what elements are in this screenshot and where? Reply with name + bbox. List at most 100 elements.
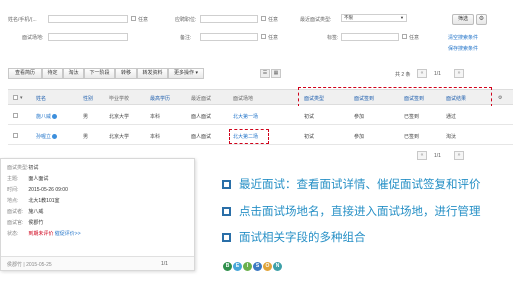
time-value: 2015-05-26 09:00 [28, 187, 68, 193]
name-any-checkbox[interactable] [131, 16, 136, 21]
next-page-icon[interactable]: » [454, 69, 464, 78]
venue-input[interactable] [48, 33, 128, 41]
table-row[interactable]: 施八威 男 北京大学 本科 面人面试 北大第一场 初试 参加 已签到 通过 [8, 106, 513, 125]
place-value: 北大1教101室 [28, 198, 60, 204]
interviewee-label: 面试者: [7, 209, 24, 215]
logo-dot: O [263, 262, 272, 271]
next-page-icon[interactable]: » [454, 151, 464, 160]
highlight-interview-columns [298, 87, 492, 107]
feature-item: 面试相关字段的多种组合 [222, 229, 366, 245]
venue-link[interactable]: 北大第一场 [233, 113, 258, 120]
pending-button[interactable]: 待定 [42, 68, 63, 79]
gear-icon[interactable]: ⚙ [498, 95, 502, 101]
forward-info-button[interactable]: 转发资料 [137, 68, 168, 79]
school-cell: 北京大学 [109, 114, 130, 120]
page-indicator: 1/1 [434, 71, 441, 77]
subject-label: 主题: [7, 176, 19, 182]
row-checkbox[interactable] [13, 133, 18, 138]
list-view-icon[interactable]: ☰ [260, 69, 270, 78]
next-stage-button[interactable]: 下一阶段 [84, 68, 115, 79]
popup-footer: 侯郡竹 | 2015-05-25 1/1 [1, 256, 194, 270]
interview-type-cell: 初试 [304, 114, 315, 120]
chevron-down-icon: ▼ [400, 15, 404, 20]
remark-any-checkbox[interactable] [261, 34, 266, 39]
position-any-checkbox[interactable] [261, 16, 266, 21]
more-actions-label: 更多操作 [174, 70, 195, 76]
status-label: 状态: [7, 231, 19, 237]
gender-cell: 男 [83, 114, 89, 120]
logo-dot: N [273, 262, 282, 271]
tag-any-label: 任意 [409, 35, 420, 41]
time-label: 时间: [7, 187, 19, 193]
view-resume-button[interactable]: 查看简历 [8, 68, 42, 79]
popup-page-indicator: 1/1 [161, 261, 168, 267]
select-all-checkbox[interactable] [13, 95, 18, 100]
eliminate-button[interactable]: 淘汰 [63, 68, 84, 79]
interviewer-value: 侯郡竹 [28, 220, 44, 226]
profile-icon [52, 114, 58, 120]
degree-cell: 本科 [150, 114, 161, 120]
column-venue: 面试场地 [233, 96, 254, 102]
square-bullet-icon [222, 207, 231, 216]
remark-input[interactable] [200, 33, 258, 41]
tag-label: 标签: [327, 35, 339, 41]
recent-interview-cell[interactable]: 面人面试 [191, 133, 211, 140]
transfer-button[interactable]: 转移 [115, 68, 137, 79]
tag-any-checkbox[interactable] [402, 34, 407, 39]
interview-detail-popup: 面试类型: 初试 主题: 面人面试 时间: 2015-05-26 09:00 地… [0, 158, 195, 271]
chevron-down-icon[interactable]: ▾ [20, 95, 23, 101]
chevron-down-icon: ▾ [195, 70, 198, 76]
candidate-name[interactable]: 孙喔立 [36, 133, 58, 140]
popup-footer-info: 侯郡竹 | 2015-05-25 [7, 262, 52, 268]
clear-search-link[interactable]: 清空搜索条件 [448, 34, 478, 41]
signin-cell: 参加 [354, 114, 365, 120]
interview-type-label: 最近面试类型: [300, 17, 332, 23]
more-actions-button[interactable]: 更多操作 ▾ [168, 68, 204, 79]
save-search-link[interactable]: 保存搜索条件 [448, 45, 478, 52]
feature-item: 最近面试：查看面试详情、催促面试签复和评价 [222, 176, 481, 192]
tag-input[interactable] [341, 33, 399, 41]
row-checkbox[interactable] [13, 113, 18, 118]
prev-page-icon[interactable]: « [417, 151, 427, 160]
filter-button[interactable]: 筛选 [452, 14, 474, 25]
review-cell: 已签到 [404, 134, 420, 140]
gear-icon[interactable]: ⚙ [476, 14, 487, 25]
column-gender[interactable]: 性别 [83, 95, 93, 102]
interview-type-select[interactable]: 不限 ▼ [341, 14, 407, 22]
prev-page-icon[interactable]: « [417, 69, 427, 78]
feature-item: 点击面试场地名，直接进入面试场地，进行管理 [222, 203, 481, 219]
position-any-label: 任意 [268, 17, 279, 23]
column-name[interactable]: 姓名 [36, 95, 46, 102]
signin-cell: 参加 [354, 134, 365, 140]
interviewee-value: 施八威 [28, 209, 44, 215]
type-label: 面试类型: [7, 165, 29, 171]
interview-type-value: 不限 [344, 15, 353, 20]
school-cell: 北京大学 [109, 134, 130, 140]
square-bullet-icon [222, 233, 231, 242]
interviewer-label: 面试官: [7, 220, 24, 226]
column-degree[interactable]: 最高学历 [150, 95, 170, 102]
interview-type-cell: 初试 [304, 134, 315, 140]
logo-dot: B [223, 262, 232, 271]
highlight-venue-link [229, 129, 269, 144]
name-phone-input[interactable] [48, 15, 128, 23]
column-recent-interview: 最近面试 [191, 96, 212, 102]
candidate-name[interactable]: 施八威 [36, 113, 58, 120]
position-input[interactable] [200, 15, 258, 23]
result-cell: 淘汰 [446, 134, 457, 140]
result-cell: 通过 [446, 114, 457, 120]
filter-panel: 姓名/手机/(... 任意 应聘职位: 任意 最近面试类型: 不限 ▼ 筛选 ⚙… [0, 0, 513, 62]
degree-cell: 本科 [150, 134, 161, 140]
position-label: 应聘职位: [175, 17, 197, 23]
logo-dot: I [243, 262, 252, 271]
remark-any-label: 任意 [268, 35, 279, 41]
recent-interview-cell[interactable]: 面人面试 [191, 113, 211, 120]
type-value: 初试 [28, 165, 39, 171]
remind-review-link[interactable]: 催促评价>> [55, 231, 81, 237]
page-indicator: 1/1 [434, 153, 441, 159]
grid-view-icon[interactable]: ▦ [271, 69, 281, 78]
place-label: 地点: [7, 198, 19, 204]
subject-value: 面人面试 [28, 176, 49, 182]
total-count: 共 2 条 [395, 72, 411, 78]
remark-label: 备注: [180, 35, 192, 41]
